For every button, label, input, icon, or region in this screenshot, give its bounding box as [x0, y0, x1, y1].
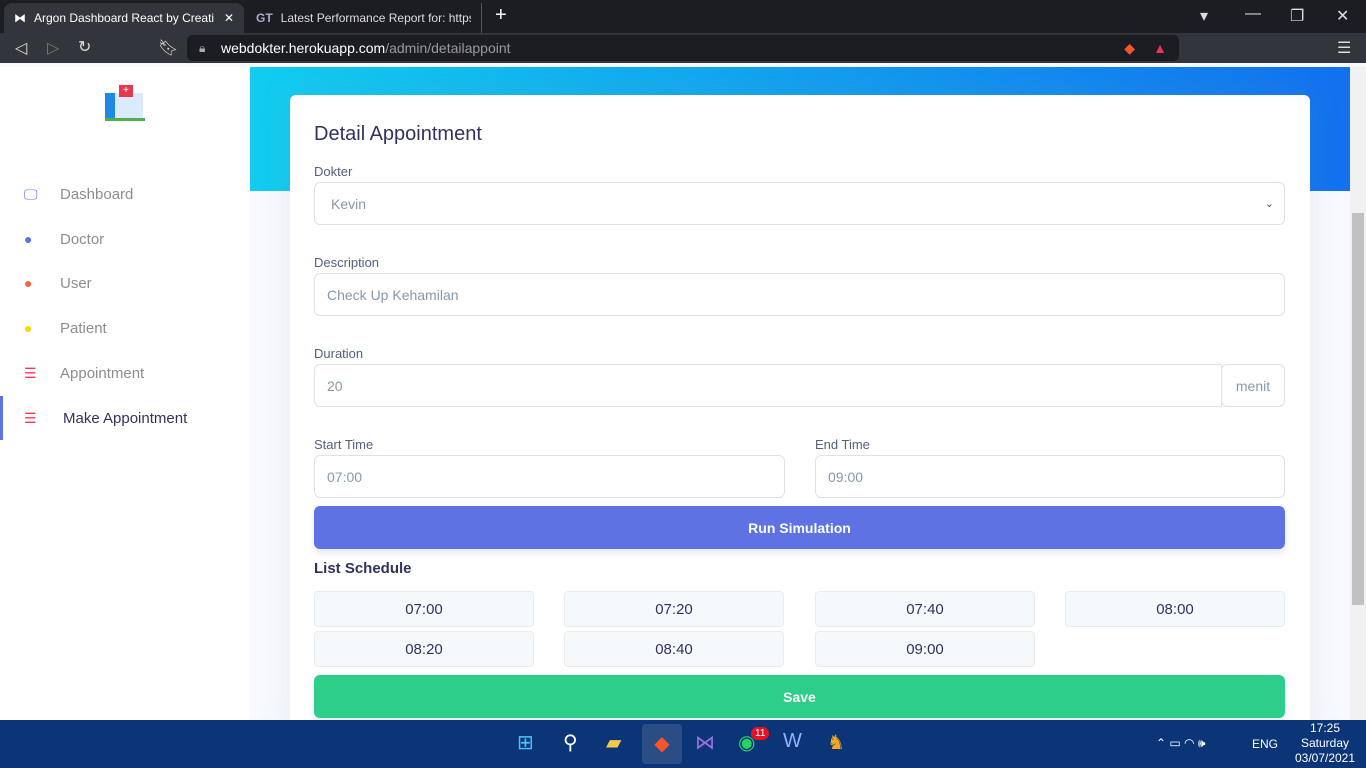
user-icon: ●: [24, 275, 33, 291]
detail-appointment-card: Detail Appointment Dokter Kevin ⌄ Descrip…: [290, 95, 1310, 735]
minimize-icon[interactable]: —: [1245, 5, 1261, 23]
user-icon: ●: [24, 320, 33, 336]
tab-argon[interactable]: ⧓ Argon Dashboard React by Creati ✕: [4, 3, 244, 33]
schedule-slot[interactable]: 07:20: [564, 591, 784, 627]
lock-icon: 🔒︎: [199, 40, 206, 55]
forward-icon[interactable]: ▷: [47, 38, 59, 58]
brave-shields-icon[interactable]: ◆: [1124, 40, 1135, 57]
menu-icon[interactable]: ☰: [1337, 38, 1351, 58]
browser-toolbar: ◁ ▷ ↻ 🔖︎ 🔒︎ webdokter.herokuapp.com/admin…: [0, 33, 1366, 63]
save-button[interactable]: Save: [314, 675, 1285, 718]
chevron-down-icon: ⌄: [1264, 198, 1274, 210]
search-icon[interactable]: ⚲: [563, 730, 578, 755]
windows-start-icon[interactable]: ⊞: [517, 730, 534, 755]
visual-studio-icon[interactable]: ⋈: [695, 730, 715, 755]
description-label: Description: [314, 255, 380, 270]
close-tab-icon[interactable]: ✕: [224, 11, 234, 25]
scrollbar-thumb[interactable]: [1352, 213, 1364, 605]
brave-rewards-icon[interactable]: ▲: [1153, 40, 1167, 56]
reload-icon[interactable]: ↻: [78, 37, 91, 57]
brave-taskbar-icon[interactable]: ◆: [642, 724, 682, 764]
duration-unit: menit: [1221, 364, 1285, 407]
dokter-select[interactable]: Kevin ⌄: [314, 182, 1285, 225]
duration-label: Duration: [314, 346, 364, 361]
list-icon: ☰: [24, 409, 37, 426]
monitor-icon: 🖵︎: [24, 185, 38, 202]
page-title: Detail Appointment: [314, 123, 482, 145]
end-time-label: End Time: [815, 437, 870, 452]
schedule-slot[interactable]: 07:00: [314, 591, 534, 627]
description-input[interactable]: Check Up Kehamilan: [314, 273, 1285, 316]
new-tab-icon[interactable]: +: [495, 4, 507, 27]
address-bar[interactable]: 🔒︎ webdokter.herokuapp.com/admin/detailap…: [187, 35, 1179, 61]
close-window-icon[interactable]: ✕: [1336, 6, 1349, 26]
gt-icon: GT: [256, 11, 273, 25]
sidebar-item-make-appointment[interactable]: ☰ Make Appointment: [0, 396, 250, 440]
whatsapp-badge: 11: [751, 727, 770, 740]
run-simulation-button[interactable]: Run Simulation: [314, 506, 1285, 549]
sidebar: + 🖵︎ Dashboard ● Doctor ● User ● Patient ☰ Ap…: [0, 67, 250, 720]
schedule-title: List Schedule: [314, 560, 412, 577]
duration-input[interactable]: 20: [314, 364, 1222, 407]
maximize-icon[interactable]: ❐: [1290, 6, 1304, 26]
back-icon[interactable]: ◁: [15, 38, 27, 58]
start-time-input[interactable]: 07:00: [314, 455, 785, 498]
profile-menu-icon[interactable]: ▾: [1200, 6, 1208, 26]
user-icon: ●: [24, 231, 33, 247]
schedule-slot[interactable]: 07:40: [815, 591, 1035, 627]
elephant-app-icon[interactable]: ♞: [827, 730, 845, 755]
sidebar-item-patient[interactable]: ● Patient: [0, 306, 250, 350]
file-explorer-icon[interactable]: ▰: [606, 730, 621, 755]
tab-gtmetrix[interactable]: GT Latest Performance Report for: https:/…: [246, 3, 482, 33]
start-time-label: Start Time: [314, 437, 374, 452]
schedule-slot[interactable]: 09:00: [815, 631, 1035, 667]
dokter-label: Dokter: [314, 164, 353, 179]
clock[interactable]: 17:25 Saturday 03/07/2021: [1285, 721, 1365, 766]
bookmark-icon[interactable]: 🔖︎: [158, 38, 178, 58]
schedule-slot[interactable]: 08:20: [314, 631, 534, 667]
sidebar-item-user[interactable]: ● User: [0, 261, 250, 305]
taskbar: ⊞ ⚲ ▰ ◆ ⋈ ◉ 11 W ♞ ⌃ ▭ ◠ 🕪︎ ENG 17:25 Sat…: [0, 720, 1366, 768]
sidebar-item-appointment[interactable]: ☰ Appointment: [0, 351, 250, 395]
bowtie-icon: ⧓: [14, 11, 26, 25]
hospital-logo[interactable]: +: [105, 85, 145, 121]
list-icon: ☰: [24, 364, 37, 381]
word-icon[interactable]: W: [783, 730, 802, 753]
browser-tabbar: ⧓ Argon Dashboard React by Creati ✕ GT Late…: [0, 0, 1366, 33]
sidebar-item-dashboard[interactable]: 🖵︎ Dashboard: [0, 172, 250, 216]
tray-icons[interactable]: ⌃ ▭ ◠ 🕪︎: [1156, 736, 1205, 751]
schedule-slot[interactable]: 08:00: [1065, 591, 1285, 627]
end-time-input[interactable]: 09:00: [815, 455, 1285, 498]
sidebar-item-doctor[interactable]: ● Doctor: [0, 217, 250, 261]
language-indicator[interactable]: ENG: [1252, 737, 1278, 751]
schedule-slot[interactable]: 08:40: [564, 631, 784, 667]
